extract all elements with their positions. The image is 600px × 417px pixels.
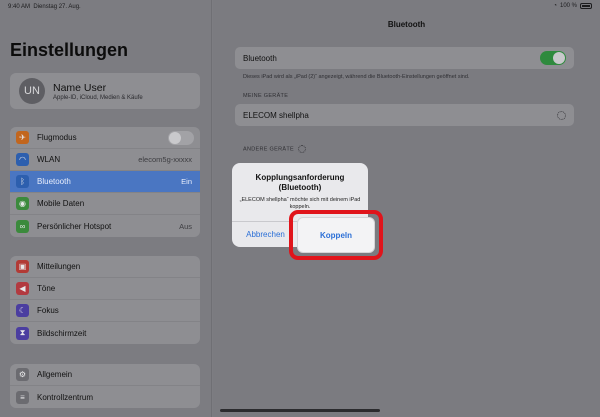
status-bar: 9:40 AM Dienstag 27. Aug. ◔ 100 % [0, 0, 600, 14]
speaker-icon: ◀ [16, 282, 29, 295]
sidebar-item-label: Töne [37, 284, 56, 293]
sidebar-group-general: ⚙ Allgemein ≡ Kontrollzentrum [10, 364, 200, 408]
wifi-icon: ◠ [16, 153, 29, 166]
hourglass-icon: ⧗ [16, 326, 29, 340]
sidebar-item-wlan[interactable]: ◠ WLAN elecom5g-xxxxx [10, 149, 200, 171]
my-devices-header: MEINE GERÄTE [243, 93, 289, 99]
antenna-icon: ◉ [16, 197, 29, 210]
sidebar-item-fokus[interactable]: ☾ Fokus [10, 300, 200, 322]
bluetooth-toggle[interactable] [540, 51, 566, 65]
profile-name: Name User [53, 81, 107, 94]
sidebar-item-allgemein[interactable]: ⚙ Allgemein [10, 364, 200, 386]
sidebar-item-label: Kontrollzentrum [37, 392, 94, 402]
notifications-icon: ▣ [16, 260, 29, 273]
airplane-icon: ✈ [16, 131, 29, 144]
sidebar: Einstellungen UN Name User Apple-ID, iCl… [0, 0, 212, 417]
page-title: Bluetooth [387, 20, 426, 29]
sidebar-item-label: Fokus [37, 306, 59, 315]
bluetooth-note: Dieses iPad wird als „iPad (2)“ angezeig… [243, 74, 470, 80]
sidebar-item-label: Mobile Daten [37, 199, 85, 208]
battery-icon [580, 3, 592, 9]
sidebar-title: Einstellungen [10, 40, 129, 60]
sidebar-item-label: Flugmodus [37, 133, 77, 142]
hotspot-icon: ∞ [16, 219, 29, 233]
home-indicator[interactable] [220, 409, 380, 412]
moon-icon: ☾ [16, 304, 29, 317]
sidebar-item-hotspot[interactable]: ∞ Persönlicher Hotspot Aus [10, 215, 200, 237]
sidebar-item-label: Bildschirmzeit [37, 328, 87, 338]
profile-row[interactable]: UN Name User Apple-ID, iCloud, Medien & … [10, 73, 200, 109]
sidebar-item-bildschirmzeit[interactable]: ⧗ Bildschirmzeit [10, 322, 200, 344]
wifi-status-icon: ◔ [553, 3, 557, 9]
battery-text: 100 % [559, 3, 577, 9]
status-right: ◔ 100 % [553, 3, 592, 9]
other-devices-header: ANDERE GERÄTE [243, 145, 306, 153]
sidebar-item-mitteilungen[interactable]: ▣ Mitteilungen [10, 256, 200, 278]
airplane-mode-toggle[interactable] [168, 130, 194, 145]
sidebar-item-label: Mitteilungen [37, 262, 81, 271]
sidebar-group-connectivity: ✈ Flugmodus ◠ WLAN elecom5g-xxxxx ᛒ Blue… [10, 127, 200, 237]
sidebar-item-kontrollzentrum[interactable]: ≡ Kontrollzentrum [10, 386, 200, 408]
sidebar-item-mobile-daten[interactable]: ◉ Mobile Daten [10, 193, 200, 215]
bluetooth-toggle-row: Bluetooth [235, 47, 574, 69]
sidebar-item-label: Bluetooth [37, 177, 71, 186]
sidebar-item-flugmodus[interactable]: ✈ Flugmodus [10, 127, 200, 149]
alert-title: Kopplungsanforderung (Bluetooth) [255, 173, 345, 192]
sidebar-item-value: elecom5g-xxxxx [138, 155, 192, 164]
device-row[interactable]: ELECOM shellpha [235, 104, 574, 126]
alert-message: „ELECOM shellpha“ möchte sich mit deinem… [239, 197, 361, 210]
sidebar-item-value: Ein [181, 177, 192, 186]
sidebar-item-toene[interactable]: ◀ Töne [10, 278, 200, 300]
loading-spinner-icon [557, 110, 566, 120]
control-center-icon: ≡ [16, 390, 29, 404]
pair-button[interactable]: Koppeln [298, 218, 374, 252]
device-name: ELECOM shellpha [243, 110, 309, 120]
avatar: UN [19, 78, 45, 104]
sidebar-item-label: Persönlicher Hotspot [37, 221, 112, 231]
sidebar-item-value: Aus [179, 221, 192, 231]
searching-spinner-icon [297, 145, 306, 153]
bluetooth-toggle-label: Bluetooth [243, 53, 277, 63]
sidebar-item-label: Allgemein [37, 370, 73, 379]
bluetooth-icon: ᛒ [16, 175, 29, 188]
sidebar-group-notifications: ▣ Mitteilungen ◀ Töne ☾ Fokus ⧗ Bildschi… [10, 256, 200, 344]
sidebar-item-label: WLAN [37, 155, 61, 164]
sidebar-item-bluetooth[interactable]: ᛒ Bluetooth Ein [10, 171, 200, 193]
status-time: 9:40 AM Dienstag 27. Aug. [8, 4, 81, 10]
profile-subtitle: Apple-ID, iCloud, Medien & Käufe [53, 94, 143, 101]
gear-icon: ⚙ [16, 368, 29, 381]
